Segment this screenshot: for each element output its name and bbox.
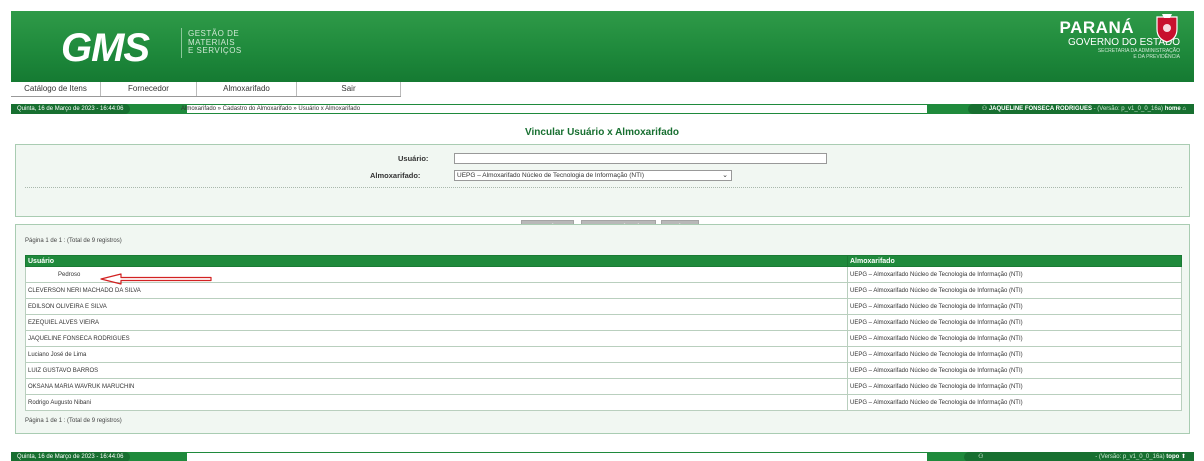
menu-catalogo[interactable]: Catálogo de Itens (11, 82, 101, 96)
footer-right: ⚇ - (Versão: p_v1_0_0_16a) topo ⬆ (964, 452, 1194, 461)
parana-crest-icon (1156, 14, 1178, 43)
user-icon: ⚇ (981, 106, 988, 112)
column-header-almoxarifado[interactable]: Almoxarifado (847, 255, 1182, 267)
user-name: JAQUELINE FONSECA RODRIGUES (988, 106, 1092, 112)
cell-usuario[interactable]: EZEQUIEL ALVES VIEIRA (25, 314, 848, 331)
column-header-usuario[interactable]: Usuário (25, 255, 848, 267)
breadcrumb: Almoxarifado » Cadastro do Almoxarifado … (181, 106, 361, 112)
table-row[interactable]: EZEQUIEL ALVES VIEIRA UEPG – Almoxarifado… (25, 314, 1182, 331)
home-icon[interactable]: ⌂ (1182, 106, 1186, 112)
cell-usuario[interactable]: Rodrigo Augusto Nibani (25, 394, 848, 411)
almoxarifado-select[interactable]: UEPG – Almoxarifado Núcleo de Tecnologia… (454, 170, 732, 181)
status-date: Quinta, 16 de Março de 2023 - 16:44:06 (11, 104, 131, 114)
menu-almoxarifado[interactable]: Almoxarifado (197, 82, 297, 96)
filter-divider (25, 187, 1182, 188)
menu-fornecedor[interactable]: Fornecedor (101, 82, 197, 96)
dropdown-chevron-icon: ⌄ (722, 172, 728, 179)
gms-logo[interactable]: GMS (61, 28, 150, 68)
pager-bottom: Página 1 de 1 : (Total de 9 registros) (25, 418, 122, 424)
footer-blank-area (187, 453, 927, 461)
table-row[interactable]: EDILSON OLIVEIRA E SILVA UEPG – Almoxarif… (25, 298, 1182, 315)
cell-almoxarifado: UEPG – Almoxarifado Núcleo de Tecnologia… (847, 266, 1182, 283)
home-link[interactable]: home (1165, 106, 1181, 112)
table-row[interactable]: Rodrigo Augusto Nibani UEPG – Almoxarifad… (25, 394, 1182, 411)
cell-usuario[interactable]: Luciano José de Lima (25, 346, 848, 363)
pager-top: Página 1 de 1 : (Total de 9 registros) (25, 238, 122, 244)
filter-panel: Usuário: Almoxarifado: UEPG – Almoxarifa… (15, 144, 1190, 234)
cell-almoxarifado: UEPG – Almoxarifado Núcleo de Tecnologia… (847, 330, 1182, 347)
table-row[interactable]: Luciano José de Lima UEPG – Almoxarifado … (25, 346, 1182, 363)
cell-almoxarifado: UEPG – Almoxarifado Núcleo de Tecnologia… (847, 346, 1182, 363)
main-menu: Catálogo de Itens Fornecedor Almoxarifad… (11, 82, 1194, 97)
cell-almoxarifado: UEPG – Almoxarifado Núcleo de Tecnologia… (847, 394, 1182, 411)
user-icon: ⚇ (978, 454, 984, 460)
cell-almoxarifado: UEPG – Almoxarifado Núcleo de Tecnologia… (847, 298, 1182, 315)
annotation-arrow (100, 273, 212, 285)
usuario-input[interactable] (454, 153, 827, 164)
version-label: - (Versão: p_v1_0_0_16a) (1093, 106, 1164, 112)
gms-subtitle-line: E SERVIÇOS (188, 46, 242, 55)
cell-usuario[interactable]: OKSANA MARIA WAVRUK MARUCHIN (25, 378, 848, 395)
menu-sair[interactable]: Sair (297, 82, 401, 96)
footer-version: - (Versão: p_v1_0_0_16a) (1095, 454, 1165, 460)
cell-almoxarifado: UEPG – Almoxarifado Núcleo de Tecnologia… (847, 362, 1182, 379)
almoxarifado-label: Almoxarifado: (370, 171, 421, 180)
cell-usuario[interactable]: EDILSON OLIVEIRA E SILVA (25, 298, 848, 315)
table-row[interactable]: OKSANA MARIA WAVRUK MARUCHIN UEPG – Almox… (25, 378, 1182, 395)
usuario-label: Usuário: (398, 154, 429, 163)
footer-date: Quinta, 16 de Março de 2023 - 16:44:06 (11, 452, 131, 461)
gms-subtitle: GESTÃO DE MATERIAIS E SERVIÇOS (188, 29, 242, 56)
cell-almoxarifado: UEPG – Almoxarifado Núcleo de Tecnologia… (847, 282, 1182, 299)
table-row[interactable]: LUIZ GUSTAVO BARROS UEPG – Almoxarifado N… (25, 362, 1182, 379)
logo-divider (181, 28, 182, 58)
cell-usuario[interactable]: LUIZ GUSTAVO BARROS (25, 362, 848, 379)
table-header-row: Usuário Almoxarifado (25, 255, 1182, 267)
menu-underline (11, 96, 401, 97)
results-panel: Página 1 de 1 : (Total de 9 registros) U… (15, 224, 1190, 434)
cell-almoxarifado: UEPG – Almoxarifado Núcleo de Tecnologia… (847, 378, 1182, 395)
bottom-status-bar: Quinta, 16 de Março de 2023 - 16:44:06 ⚇… (11, 452, 1194, 461)
state-secretariat: E DA PREVIDÊNCIA (1133, 54, 1180, 60)
almoxarifado-selected: UEPG – Almoxarifado Núcleo de Tecnologia… (457, 172, 645, 179)
table-row[interactable]: JAQUELINE FONSECA RODRIGUES UEPG – Almoxa… (25, 330, 1182, 347)
header-banner: GMS GESTÃO DE MATERIAIS E SERVIÇOS PARAN… (11, 11, 1194, 82)
cell-almoxarifado: UEPG – Almoxarifado Núcleo de Tecnologia… (847, 314, 1182, 331)
top-link[interactable]: topo (1166, 454, 1179, 460)
cell-usuario[interactable]: JAQUELINE FONSECA RODRIGUES (25, 330, 848, 347)
user-area: ⚇ JAQUELINE FONSECA RODRIGUES - (Versão:… (967, 104, 1194, 114)
top-status-bar: Quinta, 16 de Março de 2023 - 16:44:06 A… (11, 104, 1194, 114)
parana-logo: PARANÁ GOVERNO DO ESTADO SECRETARIA DA A… (1060, 14, 1180, 60)
page-title: Vincular Usuário x Almoxarifado (525, 127, 679, 138)
up-arrow-icon[interactable]: ⬆ (1181, 454, 1186, 460)
